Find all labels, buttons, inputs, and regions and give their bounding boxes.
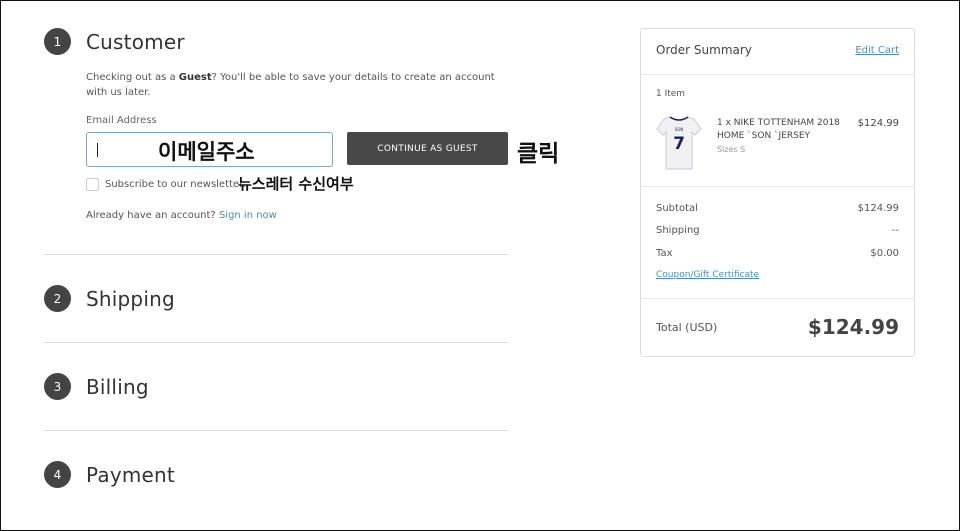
jersey-number-text: 7: [673, 134, 685, 154]
newsletter-checkbox[interactable]: [86, 178, 99, 191]
order-summary-title: Order Summary: [656, 43, 752, 57]
step-number-4: 4: [44, 461, 71, 488]
step-customer: 1 Customer: [44, 28, 508, 55]
newsletter-row: Subscribe to our newsletter.: [86, 178, 245, 191]
step-title-customer: Customer: [86, 29, 185, 54]
shipping-label: Shipping: [656, 225, 700, 236]
step-number-1: 1: [44, 28, 71, 55]
step-title-payment: Payment: [86, 462, 175, 487]
step-title-billing: Billing: [86, 374, 149, 399]
step-number-2: 2: [44, 285, 71, 312]
account-prompt: Already have an account? Sign in now: [86, 210, 277, 221]
order-summary: Order Summary Edit Cart 1 Item SON 7 1 x…: [640, 28, 915, 357]
sign-in-link[interactable]: Sign in now: [219, 210, 277, 221]
subtotal-value: $124.99: [857, 203, 899, 214]
shipping-row: Shipping --: [656, 225, 899, 236]
edit-cart-link[interactable]: Edit Cart: [855, 45, 899, 56]
step-title-shipping: Shipping: [86, 286, 175, 311]
item-price: $124.99: [857, 118, 899, 129]
guest-checkout-text: Checking out as a Guest? You'll be able …: [86, 72, 495, 98]
coupon-link[interactable]: Coupon/Gift Certificate: [656, 270, 759, 280]
summary-divider: [641, 298, 914, 299]
item-name: 1 x NIKE TOTTENHAM 2018 HOME `SON `JERSE…: [717, 118, 840, 141]
step-shipping[interactable]: 2 Shipping: [44, 285, 508, 312]
item-size: Sizes S: [717, 145, 746, 154]
jersey-name-text: SON: [675, 127, 684, 132]
step-billing[interactable]: 3 Billing: [44, 373, 508, 400]
summary-divider: [641, 186, 914, 187]
tax-label: Tax: [656, 248, 673, 259]
step-payment[interactable]: 4 Payment: [44, 461, 508, 488]
subtotal-label: Subtotal: [656, 203, 698, 214]
annotation-click: 클릭: [517, 141, 560, 167]
subtotal-row: Subtotal $124.99: [656, 203, 899, 214]
text-caret: [97, 142, 98, 157]
divider: [44, 430, 508, 431]
summary-divider: [641, 74, 914, 75]
annotation-email: 이메일주소: [158, 140, 255, 164]
step-number-3: 3: [44, 373, 71, 400]
shipping-value: --: [891, 225, 899, 236]
total-value: $124.99: [807, 315, 899, 339]
total-label: Total (USD): [656, 321, 718, 334]
item-count: 1 Item: [656, 89, 686, 99]
newsletter-label[interactable]: Subscribe to our newsletter.: [105, 179, 245, 190]
divider: [44, 254, 508, 255]
jersey-image: SON 7: [656, 116, 702, 170]
email-label: Email Address: [86, 115, 157, 126]
tax-value: $0.00: [870, 248, 899, 259]
continue-as-guest-button[interactable]: CONTINUE AS GUEST: [347, 132, 508, 165]
tax-row: Tax $0.00: [656, 248, 899, 259]
divider: [44, 342, 508, 343]
annotation-newsletter: 뉴스레터 수신여부: [238, 175, 354, 193]
